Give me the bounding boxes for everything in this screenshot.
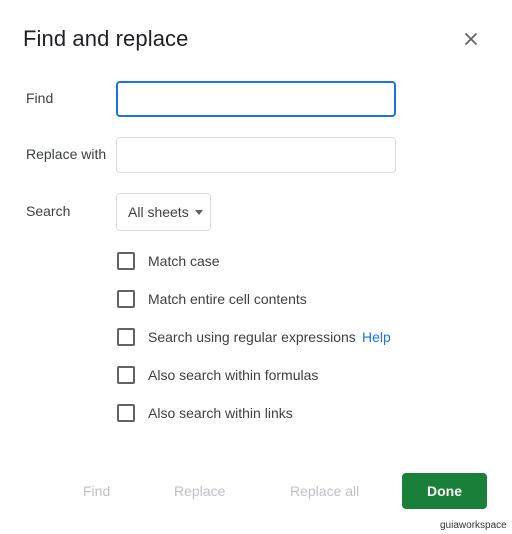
match-case-checkbox[interactable] [117, 252, 135, 270]
search-scope-select[interactable]: All sheets [116, 193, 211, 231]
close-button[interactable] [460, 28, 482, 50]
replace-input[interactable] [116, 137, 396, 173]
done-button[interactable]: Done [402, 473, 487, 509]
match-entire-cell-checkbox[interactable] [117, 290, 135, 308]
find-label: Find [26, 90, 54, 106]
watermark: guiaworkspace [440, 520, 507, 531]
replace-all-button[interactable]: Replace all [290, 483, 359, 499]
find-replace-dialog: Find and replace Find Replace with Searc… [0, 0, 512, 534]
option-label: Match entire cell contents [148, 291, 307, 307]
option-label: Search using regular expressions [148, 329, 356, 345]
chevron-down-icon [195, 210, 203, 215]
help-link[interactable]: Help [362, 329, 391, 345]
dialog-title: Find and replace [23, 26, 189, 51]
find-input[interactable] [116, 81, 396, 117]
search-links-checkbox[interactable] [117, 404, 135, 422]
regex-checkbox[interactable] [117, 328, 135, 346]
close-icon [465, 33, 477, 45]
search-formulas-checkbox[interactable] [117, 366, 135, 384]
replace-button[interactable]: Replace [174, 483, 225, 499]
search-label: Search [26, 203, 71, 219]
find-button[interactable]: Find [83, 483, 110, 499]
search-scope-value: All sheets [128, 204, 189, 220]
option-label: Also search within formulas [148, 367, 319, 383]
replace-label: Replace with [26, 146, 107, 162]
option-label: Also search within links [148, 405, 293, 421]
option-label: Match case [148, 253, 220, 269]
